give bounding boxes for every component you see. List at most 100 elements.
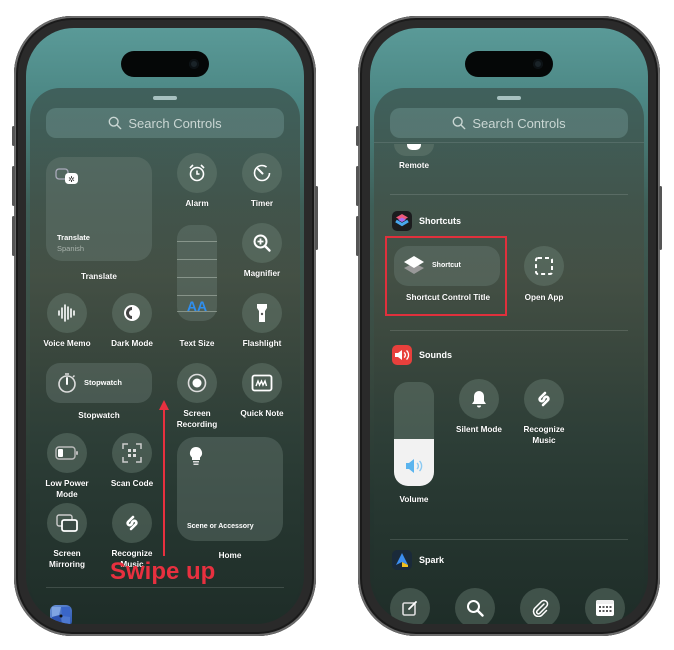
- quick-note-label: Quick Note: [240, 409, 284, 418]
- scan-code-label: Scan Code: [110, 479, 154, 488]
- screen: Search Controls Remote Shortcuts Shortcu…: [370, 28, 648, 624]
- search-controls-field[interactable]: Search Controls: [46, 108, 284, 138]
- sheet-grabber[interactable]: [153, 96, 177, 100]
- sounds-section-header: Sounds: [392, 345, 452, 365]
- remote-control[interactable]: [394, 144, 434, 156]
- section-divider: [390, 194, 628, 195]
- dashed-square-icon: [535, 257, 553, 275]
- stopwatch-icon: [58, 373, 76, 393]
- screen-mirroring-control[interactable]: [47, 503, 87, 543]
- attachment-icon: [532, 599, 549, 617]
- dark-mode-label: Dark Mode: [111, 339, 153, 348]
- remote-label: Remote: [398, 161, 430, 170]
- alarm-label: Alarm: [185, 199, 209, 208]
- dark-mode-control[interactable]: [112, 293, 152, 333]
- flashlight-icon: [257, 304, 267, 322]
- open-app-control[interactable]: [524, 246, 564, 286]
- search-divider: [374, 142, 644, 143]
- flashlight-label: Flashlight: [242, 339, 282, 348]
- spark-app-icon: [392, 550, 412, 570]
- volume-down-button: [356, 216, 359, 256]
- stopwatch-label: Stopwatch: [78, 411, 120, 420]
- action-button: [356, 126, 359, 146]
- alarm-icon: [189, 164, 205, 182]
- translate-tile-title: Translate: [57, 233, 90, 242]
- side-button: [315, 186, 318, 250]
- compose-icon: [402, 601, 417, 616]
- silent-mode-control[interactable]: [459, 379, 499, 419]
- recognize-music-control[interactable]: [112, 503, 152, 543]
- shortcuts-section-title: Shortcuts: [419, 216, 462, 226]
- section-divider: [390, 330, 628, 331]
- bell-icon: [472, 391, 486, 408]
- quick-note-control[interactable]: [242, 363, 282, 403]
- spark-search-button[interactable]: [455, 588, 495, 624]
- alarm-control[interactable]: [177, 153, 217, 193]
- spark-attachment-button[interactable]: [520, 588, 560, 624]
- battery-icon: [55, 446, 78, 460]
- home-tile-text: Scene or Accessory: [187, 523, 254, 530]
- shazam-icon: [538, 391, 550, 407]
- spark-calendar-button[interactable]: [585, 588, 625, 624]
- translate-control[interactable]: ✲ Translate Spanish: [46, 157, 152, 261]
- shazam-icon: [126, 515, 138, 531]
- search-icon: [467, 600, 484, 617]
- remote-icon: [407, 144, 421, 150]
- volume-slider[interactable]: [394, 382, 434, 486]
- magnifier-icon: [253, 234, 271, 252]
- open-app-label: Open App: [524, 293, 564, 302]
- shortcuts-app-icon: [392, 211, 412, 231]
- dynamic-island: [121, 51, 209, 77]
- app-icon-bottom[interactable]: [50, 605, 72, 624]
- spark-compose-button[interactable]: [390, 588, 430, 624]
- stopwatch-tile-text: Stopwatch: [84, 378, 122, 387]
- scan-code-control[interactable]: [112, 433, 152, 473]
- flashlight-control[interactable]: [242, 293, 282, 333]
- volume-down-button: [12, 216, 15, 256]
- action-button: [12, 126, 15, 146]
- voice-memo-control[interactable]: [47, 293, 87, 333]
- recognize-music-control[interactable]: [524, 379, 564, 419]
- magnifier-control[interactable]: [242, 223, 282, 263]
- section-divider: [46, 587, 284, 588]
- screen-mirroring-label: Screen Mirroring: [49, 549, 85, 569]
- sounds-app-icon: [392, 345, 412, 365]
- gem-app-icon: [52, 607, 70, 624]
- svg-text:✲: ✲: [68, 175, 75, 184]
- side-button: [659, 186, 662, 250]
- screen-recording-icon: [187, 373, 207, 393]
- sounds-section-title: Sounds: [419, 350, 452, 360]
- screen-recording-control[interactable]: [177, 363, 217, 403]
- volume-label: Volume: [399, 495, 429, 504]
- translate-tile-subtitle: Spanish: [57, 244, 85, 253]
- qr-code-icon: [122, 443, 142, 463]
- search-icon: [453, 116, 466, 130]
- search-icon: [109, 116, 122, 130]
- spark-section-title: Spark: [419, 555, 445, 565]
- calendar-icon: [596, 600, 614, 616]
- low-power-mode-label: Low Power Mode: [45, 479, 89, 499]
- text-size-slider[interactable]: AA: [177, 225, 217, 321]
- search-controls-field[interactable]: Search Controls: [390, 108, 628, 138]
- phone-right: Search Controls Remote Shortcuts Shortcu…: [356, 16, 662, 636]
- home-control[interactable]: Scene or Accessory: [177, 437, 283, 541]
- timer-icon: [253, 164, 271, 182]
- quick-note-icon: [251, 374, 273, 392]
- section-divider: [390, 539, 628, 540]
- lightbulb-icon: [189, 446, 203, 465]
- search-placeholder: Search Controls: [128, 115, 222, 131]
- recognize-music-label: Recognize Music: [523, 425, 565, 445]
- voice-memo-label: Voice Memo: [43, 339, 91, 348]
- low-power-mode-control[interactable]: [47, 433, 87, 473]
- volume-up-button: [356, 166, 359, 206]
- screen-mirroring-icon: [56, 514, 78, 532]
- translate-icon: ✲: [55, 168, 78, 184]
- speaker-icon: [406, 459, 423, 473]
- sheet-grabber[interactable]: [497, 96, 521, 100]
- timer-control[interactable]: [242, 153, 282, 193]
- text-size-icon: AA: [186, 298, 208, 314]
- shortcuts-section-header: Shortcuts: [392, 211, 461, 231]
- stopwatch-control[interactable]: Stopwatch: [46, 363, 152, 403]
- text-size-label: Text Size: [179, 339, 215, 348]
- timer-label: Timer: [250, 199, 274, 208]
